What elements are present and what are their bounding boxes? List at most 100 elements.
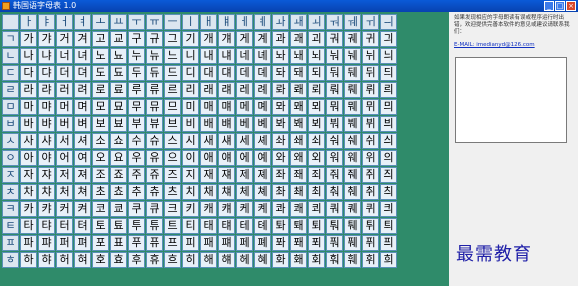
- syllable-cell[interactable]: 춰: [326, 184, 343, 200]
- syllable-cell[interactable]: 세: [236, 133, 253, 149]
- syllable-cell[interactable]: 기: [182, 31, 199, 47]
- syllable-cell[interactable]: 채: [200, 184, 217, 200]
- vowel-header-cell[interactable]: ㅚ: [308, 14, 325, 30]
- syllable-cell[interactable]: 툐: [110, 218, 127, 234]
- syllable-cell[interactable]: 뭐: [326, 99, 343, 115]
- syllable-cell[interactable]: 요: [110, 150, 127, 166]
- syllable-cell[interactable]: 프: [164, 235, 181, 251]
- syllable-cell[interactable]: 츠: [164, 184, 181, 200]
- syllable-cell[interactable]: 류: [146, 82, 163, 98]
- syllable-cell[interactable]: 괴: [308, 31, 325, 47]
- syllable-cell[interactable]: 나: [20, 48, 37, 64]
- syllable-cell[interactable]: 캐: [200, 201, 217, 217]
- syllable-cell[interactable]: 럐: [218, 82, 235, 98]
- syllable-cell[interactable]: 벼: [74, 116, 91, 132]
- syllable-cell[interactable]: 롸: [272, 82, 289, 98]
- syllable-cell[interactable]: 리: [182, 82, 199, 98]
- syllable-cell[interactable]: 례: [254, 82, 271, 98]
- syllable-cell[interactable]: 후: [128, 252, 145, 268]
- syllable-cell[interactable]: 게: [236, 31, 253, 47]
- vowel-header-cell[interactable]: ㅢ: [380, 14, 397, 30]
- syllable-cell[interactable]: 키: [182, 201, 199, 217]
- syllable-cell[interactable]: 즤: [380, 167, 397, 183]
- syllable-cell[interactable]: 차: [20, 184, 37, 200]
- syllable-cell[interactable]: 새: [200, 133, 217, 149]
- vowel-header-cell[interactable]: ㅡ: [164, 14, 181, 30]
- syllable-cell[interactable]: 뇌: [308, 48, 325, 64]
- syllable-cell[interactable]: 폐: [254, 235, 271, 251]
- vowel-header-cell[interactable]: ㅏ: [20, 14, 37, 30]
- syllable-cell[interactable]: 외: [308, 150, 325, 166]
- syllable-cell[interactable]: 먜: [218, 99, 235, 115]
- syllable-cell[interactable]: 라: [20, 82, 37, 98]
- syllable-cell[interactable]: 느: [164, 48, 181, 64]
- syllable-cell[interactable]: 어: [56, 150, 73, 166]
- syllable-cell[interactable]: 혀: [74, 252, 91, 268]
- syllable-cell[interactable]: 뮈: [362, 99, 379, 115]
- syllable-cell[interactable]: 더: [56, 65, 73, 81]
- syllable-cell[interactable]: 귀: [362, 31, 379, 47]
- syllable-cell[interactable]: 걔: [218, 31, 235, 47]
- syllable-cell[interactable]: 터: [56, 218, 73, 234]
- syllable-cell[interactable]: 먀: [38, 99, 55, 115]
- syllable-cell[interactable]: 쿠: [128, 201, 145, 217]
- consonant-header-cell[interactable]: ㅅ: [2, 133, 19, 149]
- syllable-cell[interactable]: 녀: [74, 48, 91, 64]
- syllable-cell[interactable]: 피: [182, 235, 199, 251]
- syllable-cell[interactable]: 쵸: [110, 184, 127, 200]
- syllable-cell[interactable]: 봬: [290, 116, 307, 132]
- syllable-cell[interactable]: 풔: [326, 235, 343, 251]
- syllable-cell[interactable]: 와: [272, 150, 289, 166]
- syllable-cell[interactable]: 네: [236, 48, 253, 64]
- syllable-cell[interactable]: 부: [128, 116, 145, 132]
- syllable-cell[interactable]: 왜: [290, 150, 307, 166]
- syllable-cell[interactable]: 도: [92, 65, 109, 81]
- syllable-cell[interactable]: 소: [92, 133, 109, 149]
- syllable-cell[interactable]: 섀: [218, 133, 235, 149]
- vowel-header-cell[interactable]: ㅗ: [92, 14, 109, 30]
- syllable-cell[interactable]: 큐: [146, 201, 163, 217]
- syllable-cell[interactable]: 므: [164, 99, 181, 115]
- syllable-cell[interactable]: 눠: [326, 48, 343, 64]
- syllable-cell[interactable]: 쟤: [218, 167, 235, 183]
- syllable-cell[interactable]: 듀: [146, 65, 163, 81]
- syllable-cell[interactable]: 뫠: [290, 99, 307, 115]
- syllable-cell[interactable]: 괘: [290, 31, 307, 47]
- syllable-cell[interactable]: 규: [146, 31, 163, 47]
- syllable-cell[interactable]: 버: [56, 116, 73, 132]
- syllable-cell[interactable]: 쉬: [362, 133, 379, 149]
- syllable-cell[interactable]: 에: [236, 150, 253, 166]
- syllable-cell[interactable]: 퓌: [362, 235, 379, 251]
- syllable-cell[interactable]: 계: [254, 31, 271, 47]
- syllable-cell[interactable]: 봐: [272, 116, 289, 132]
- syllable-cell[interactable]: 타: [20, 218, 37, 234]
- syllable-cell[interactable]: 수: [128, 133, 145, 149]
- syllable-cell[interactable]: 모: [92, 99, 109, 115]
- syllable-cell[interactable]: 츄: [146, 184, 163, 200]
- syllable-cell[interactable]: 처: [56, 184, 73, 200]
- syllable-cell[interactable]: 초: [92, 184, 109, 200]
- syllable-cell[interactable]: 야: [38, 150, 55, 166]
- vowel-header-cell[interactable]: ㅐ: [200, 14, 217, 30]
- syllable-cell[interactable]: 저: [56, 167, 73, 183]
- syllable-cell[interactable]: 다: [20, 65, 37, 81]
- syllable-cell[interactable]: 켸: [254, 201, 271, 217]
- syllable-cell[interactable]: 추: [128, 184, 145, 200]
- syllable-cell[interactable]: 쿄: [110, 201, 127, 217]
- syllable-cell[interactable]: 해: [200, 252, 217, 268]
- syllable-cell[interactable]: 킈: [380, 201, 397, 217]
- syllable-cell[interactable]: 쇄: [290, 133, 307, 149]
- syllable-cell[interactable]: 래: [200, 82, 217, 98]
- syllable-cell[interactable]: 티: [182, 218, 199, 234]
- syllable-cell[interactable]: 퇴: [308, 218, 325, 234]
- syllable-cell[interactable]: 쳬: [254, 184, 271, 200]
- maximize-button[interactable]: □: [555, 1, 565, 11]
- vowel-header-cell[interactable]: ㅕ: [74, 14, 91, 30]
- syllable-cell[interactable]: 죠: [110, 167, 127, 183]
- syllable-cell[interactable]: 테: [236, 218, 253, 234]
- syllable-cell[interactable]: 촤: [272, 184, 289, 200]
- syllable-cell[interactable]: 위: [362, 150, 379, 166]
- syllable-cell[interactable]: 마: [20, 99, 37, 115]
- syllable-cell[interactable]: 서: [56, 133, 73, 149]
- syllable-cell[interactable]: 궤: [344, 31, 361, 47]
